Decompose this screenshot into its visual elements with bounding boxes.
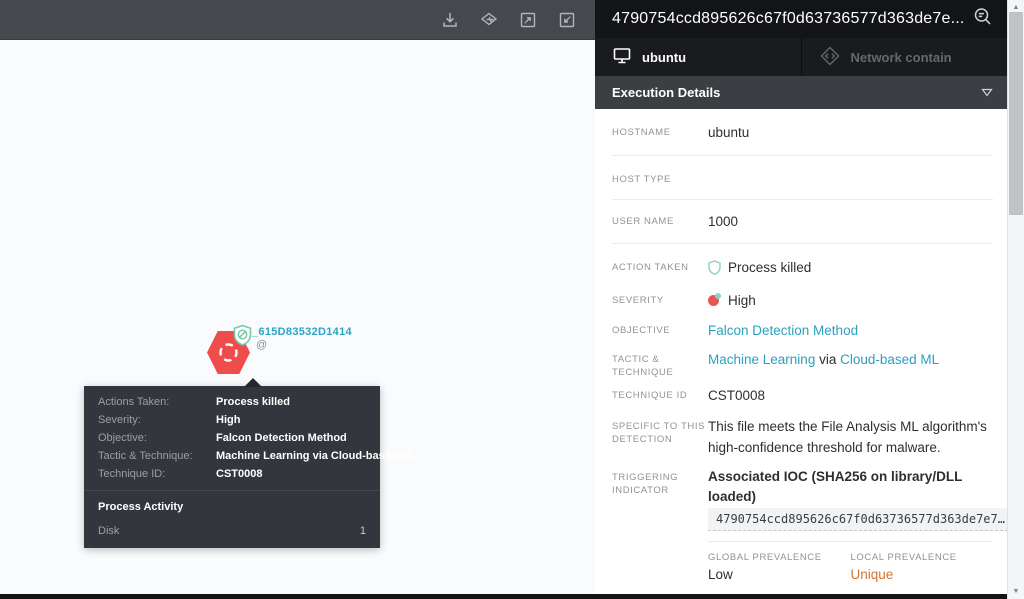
- activity-label: Disk: [98, 525, 119, 537]
- activity-count: 1: [360, 525, 366, 537]
- severity-high-icon: [708, 294, 720, 306]
- field-value: Unique: [851, 564, 994, 586]
- field-label: SPECIFIC TO THIS DETECTION: [612, 416, 708, 458]
- ioc-hash-value[interactable]: 4790754ccd895626c67f0d63736577d363de7e7…: [708, 508, 1007, 531]
- field-value: High: [728, 293, 756, 308]
- tooltip-label: Severity:: [98, 415, 216, 426]
- process-node[interactable]: [207, 331, 250, 374]
- objective-link[interactable]: Falcon Detection Method: [708, 323, 858, 338]
- global-prevalence: GLOBAL PREVALENCE Low: [708, 551, 851, 586]
- field-value: CST0008: [708, 385, 993, 406]
- field-label: OBJECTIVE: [612, 320, 708, 341]
- field-label: HOSTNAME: [612, 122, 708, 143]
- tab-host-label: ubuntu: [642, 50, 686, 65]
- tooltip-row: Actions Taken: Process killed: [98, 397, 366, 408]
- tab-network-contain[interactable]: Network contain: [801, 38, 1008, 76]
- scrollbar-thumb[interactable]: [1009, 12, 1023, 215]
- detail-row-user-name: USER NAME 1000: [595, 200, 1007, 243]
- field-value: [708, 169, 993, 186]
- field-value: This file meets the File Analysis ML alg…: [708, 416, 993, 458]
- host-tabs: ubuntu Network contain: [595, 38, 1007, 76]
- tooltip-value: High: [216, 415, 240, 426]
- field-value: 1000: [708, 211, 993, 232]
- collapse-icon[interactable]: [557, 10, 577, 30]
- tooltip-row: Severity: High: [98, 415, 366, 426]
- expand-icon[interactable]: [518, 10, 538, 30]
- field-label: LOCAL PREVALENCE: [851, 551, 994, 564]
- local-prevalence: LOCAL PREVALENCE Unique: [851, 551, 994, 586]
- tooltip-value: Machine Learning via Cloud-based ML: [216, 451, 416, 462]
- tab-network-contain-label: Network contain: [851, 50, 952, 65]
- execution-details-body: HOSTNAME ubuntu HOST TYPE USER NAME 1000…: [595, 109, 1007, 595]
- shield-icon: [708, 260, 721, 281]
- tooltip-label: Actions Taken:: [98, 397, 216, 408]
- field-label: SEVERITY: [612, 290, 708, 311]
- field-value: Process killed: [728, 260, 811, 275]
- tooltip-value: Falcon Detection Method: [216, 433, 347, 444]
- technique-link[interactable]: Cloud-based ML: [840, 352, 939, 367]
- ioc-title: Associated IOC (SHA256 on library/DLL lo…: [708, 467, 1007, 507]
- detection-detail-panel: 4790754ccd895626c67f0d63736577d363de7e..…: [595, 0, 1007, 599]
- tooltip-label: Technique ID:: [98, 469, 216, 480]
- node-tooltip: Actions Taken: Process killed Severity: …: [84, 386, 380, 548]
- field-value: Low: [708, 564, 851, 586]
- process-killed-shield-icon: [232, 324, 253, 352]
- detection-screen: _615D83532D1414 @ Actions Taken: Process…: [0, 0, 1024, 599]
- field-label: GLOBAL PREVALENCE: [708, 551, 851, 564]
- field-value: ubuntu: [708, 122, 993, 143]
- file-hash-title: 4790754ccd895626c67f0d63736577d363de7e..…: [612, 10, 972, 28]
- detail-row-hostname: HOSTNAME ubuntu: [595, 109, 1007, 155]
- tooltip-row: Objective: Falcon Detection Method: [98, 433, 366, 444]
- scroll-down-arrow[interactable]: ▼: [1008, 584, 1024, 598]
- detection-marker-icon: @: [256, 340, 267, 351]
- tooltip-value: CST0008: [216, 469, 262, 480]
- field-label: TACTIC & TECHNIQUE: [612, 349, 708, 379]
- panel-scrollbar[interactable]: ▲ ▼: [1007, 0, 1024, 599]
- tooltip-label: Objective:: [98, 433, 216, 444]
- execution-details-header[interactable]: Execution Details: [595, 76, 1007, 109]
- detail-row-objective: OBJECTIVE Falcon Detection Method: [595, 311, 1007, 341]
- process-node-label[interactable]: _615D83532D1414: [252, 326, 352, 338]
- monitor-icon: [612, 46, 632, 68]
- download-icon[interactable]: [440, 10, 460, 30]
- tooltip-row: Tactic & Technique: Machine Learning via…: [98, 451, 366, 462]
- detail-row-tactic-technique: TACTIC & TECHNIQUE Machine Learning via …: [595, 341, 1007, 379]
- detail-row-action-taken: ACTION TAKEN Process killed: [595, 244, 1007, 281]
- tooltip-label: Tactic & Technique:: [98, 451, 216, 462]
- tooltip-row: Technique ID: CST0008: [98, 469, 366, 480]
- layers-icon[interactable]: [479, 10, 499, 30]
- detail-row-host-type: HOST TYPE: [595, 156, 1007, 199]
- panel-header: 4790754ccd895626c67f0d63736577d363de7e..…: [595, 0, 1007, 38]
- tactic-connector: via: [815, 352, 840, 367]
- process-graph-canvas[interactable]: _615D83532D1414 @ Actions Taken: Process…: [0, 40, 595, 595]
- tooltip-section-title: Process Activity: [84, 491, 380, 522]
- hash-search-icon[interactable]: [972, 6, 994, 33]
- tab-host[interactable]: ubuntu: [595, 38, 801, 76]
- window-bottom-edge: [0, 594, 1007, 599]
- detail-row-technique-id: TECHNIQUE ID CST0008: [595, 379, 1007, 406]
- detail-row-triggering-indicator: TRIGGERING INDICATOR Associated IOC (SHA…: [595, 458, 1007, 531]
- field-label: TRIGGERING INDICATOR: [612, 467, 708, 531]
- tactic-link[interactable]: Machine Learning: [708, 352, 815, 367]
- detail-row-severity: SEVERITY High: [595, 281, 1007, 311]
- field-label: HOST TYPE: [612, 169, 708, 186]
- collapse-chevron-icon[interactable]: [981, 85, 993, 100]
- tooltip-activity-row: Disk 1: [84, 522, 380, 548]
- field-label: TECHNIQUE ID: [612, 385, 708, 406]
- prevalence-block: GLOBAL PREVALENCE Low LOCAL PREVALENCE U…: [708, 541, 993, 595]
- tooltip-value: Process killed: [216, 397, 290, 408]
- field-label: USER NAME: [612, 211, 708, 232]
- graph-toolbar: [0, 0, 595, 40]
- field-label: ACTION TAKEN: [612, 257, 708, 281]
- execution-details-title: Execution Details: [612, 85, 720, 100]
- detail-row-specific: SPECIFIC TO THIS DETECTION This file mee…: [595, 406, 1007, 458]
- tooltip-caret: [244, 378, 262, 387]
- network-contain-icon: [819, 45, 841, 70]
